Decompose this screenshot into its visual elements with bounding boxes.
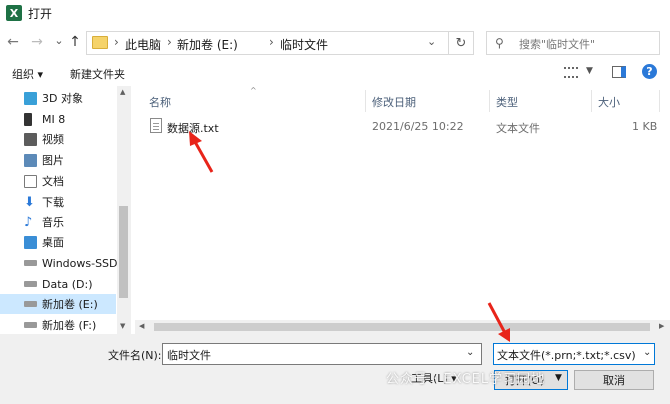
phone-icon (24, 112, 32, 126)
organize-button[interactable]: 组织 ▾ (12, 66, 43, 82)
folder-icon (92, 36, 108, 49)
sidebar-item-videos[interactable]: 视频 (24, 129, 118, 149)
drive-icon (24, 301, 37, 307)
watermark: 公众号 · EXCEL学习园地 (386, 372, 546, 387)
file-size: 1 KB (632, 120, 658, 133)
breadcrumb-separator-icon: › (167, 35, 172, 49)
drive-icon (24, 281, 37, 287)
sidebar-item-drive-e[interactable]: 新加卷 (E:) (0, 294, 116, 314)
back-arrow-icon[interactable]: ← (4, 33, 22, 51)
sidebar-scrollbar-thumb[interactable] (119, 206, 128, 298)
chevron-down-icon[interactable]: ▼ (586, 66, 593, 76)
refresh-button[interactable]: ↻ (448, 31, 474, 55)
sidebar-item-mi8[interactable]: MI 8 (24, 109, 118, 129)
breadcrumb-this-pc[interactable]: 此电脑 (125, 36, 161, 53)
file-modified: 2021/6/25 10:22 (372, 120, 464, 133)
sidebar-item-drive-d[interactable]: Data (D:) (24, 274, 118, 294)
cancel-button[interactable]: 取消 (574, 370, 654, 390)
new-folder-button[interactable]: 新建文件夹 (70, 66, 125, 82)
column-divider[interactable] (659, 90, 660, 112)
column-divider[interactable] (365, 90, 366, 112)
desktop-icon (24, 235, 37, 249)
filetype-select[interactable]: 文本文件(*.prn;*.txt;*.csv) (493, 343, 655, 365)
sidebar-item-downloads[interactable]: ⬇ 下载 (24, 192, 118, 212)
search-placeholder: 搜索"临时文件" (519, 38, 596, 51)
sidebar-item-3d-objects[interactable]: 3D 对象 (24, 88, 118, 108)
documents-icon (24, 174, 37, 188)
column-header-size[interactable]: 大小 (598, 94, 620, 110)
forward-arrow-icon[interactable]: → (28, 33, 46, 51)
scroll-down-icon[interactable]: ▼ (120, 322, 125, 330)
sidebar-item-windows-ssd[interactable]: Windows-SSD (24, 253, 118, 273)
file-name[interactable]: 数据源.txt (167, 120, 219, 136)
drive-icon (24, 322, 37, 328)
filename-input[interactable]: 临时文件 (162, 343, 482, 365)
excel-icon: X (6, 5, 22, 21)
column-header-modified[interactable]: 修改日期 (372, 94, 416, 110)
music-icon: ♪ (24, 214, 33, 230)
column-header-name[interactable]: 名称 (149, 94, 171, 110)
sidebar-item-desktop[interactable]: 桌面 (24, 232, 118, 252)
breadcrumb-separator-icon: › (269, 35, 274, 49)
pictures-icon (24, 153, 37, 167)
sidebar-item-drive-f[interactable]: 新加卷 (F:) (24, 315, 118, 335)
search-icon: ⚲ (495, 36, 504, 50)
window-title: 打开 (28, 7, 53, 21)
open-options-icon[interactable]: ▼ (555, 373, 562, 383)
breadcrumb-drive-e[interactable]: 新加卷 (E:) (177, 36, 238, 53)
title-bar (0, 0, 670, 26)
column-header-type[interactable]: 类型 (496, 94, 518, 110)
text-file-icon (150, 118, 162, 133)
address-bar[interactable]: › 此电脑 › 新加卷 (E:) › 临时文件 ⌄ (86, 31, 474, 55)
sort-indicator-icon: ^ (250, 86, 257, 95)
sidebar-item-documents[interactable]: 文档 (24, 171, 118, 191)
drive-icon (24, 260, 37, 266)
sidebar-item-pictures[interactable]: 图片 (24, 150, 118, 170)
sidebar-item-music[interactable]: ♪ 音乐 (24, 212, 118, 232)
navigation-pane: 3D 对象 MI 8 视频 图片 文档 ⬇ 下载 ♪ 音乐 桌面 Windows-S… (0, 86, 131, 334)
column-divider[interactable] (591, 90, 592, 112)
chevron-down-icon[interactable]: ⌄ (466, 347, 474, 358)
scroll-up-icon[interactable]: ▲ (120, 88, 125, 96)
chevron-down-icon[interactable]: ⌄ (643, 347, 651, 358)
file-type: 文本文件 (496, 122, 540, 135)
3d-objects-icon (24, 91, 37, 105)
scroll-left-icon[interactable]: ◀ (139, 322, 144, 330)
search-input[interactable]: ⚲ 搜索"临时文件" (486, 31, 660, 55)
view-options-icon[interactable] (564, 67, 578, 78)
preview-pane-icon[interactable] (612, 66, 626, 78)
horizontal-scrollbar-thumb[interactable] (154, 323, 650, 331)
video-icon (24, 132, 37, 146)
scroll-right-icon[interactable]: ▶ (659, 322, 664, 330)
up-arrow-icon[interactable]: ↑ (66, 33, 84, 51)
breadcrumb-separator-icon: › (114, 35, 119, 49)
column-divider[interactable] (489, 90, 490, 112)
breadcrumb-temp-folder[interactable]: 临时文件 (280, 36, 328, 53)
help-icon[interactable]: ? (642, 64, 657, 79)
filename-label: 文件名(N): (108, 349, 162, 362)
chevron-down-icon[interactable]: ⌄ (427, 35, 436, 48)
download-icon: ⬇ (24, 194, 35, 210)
